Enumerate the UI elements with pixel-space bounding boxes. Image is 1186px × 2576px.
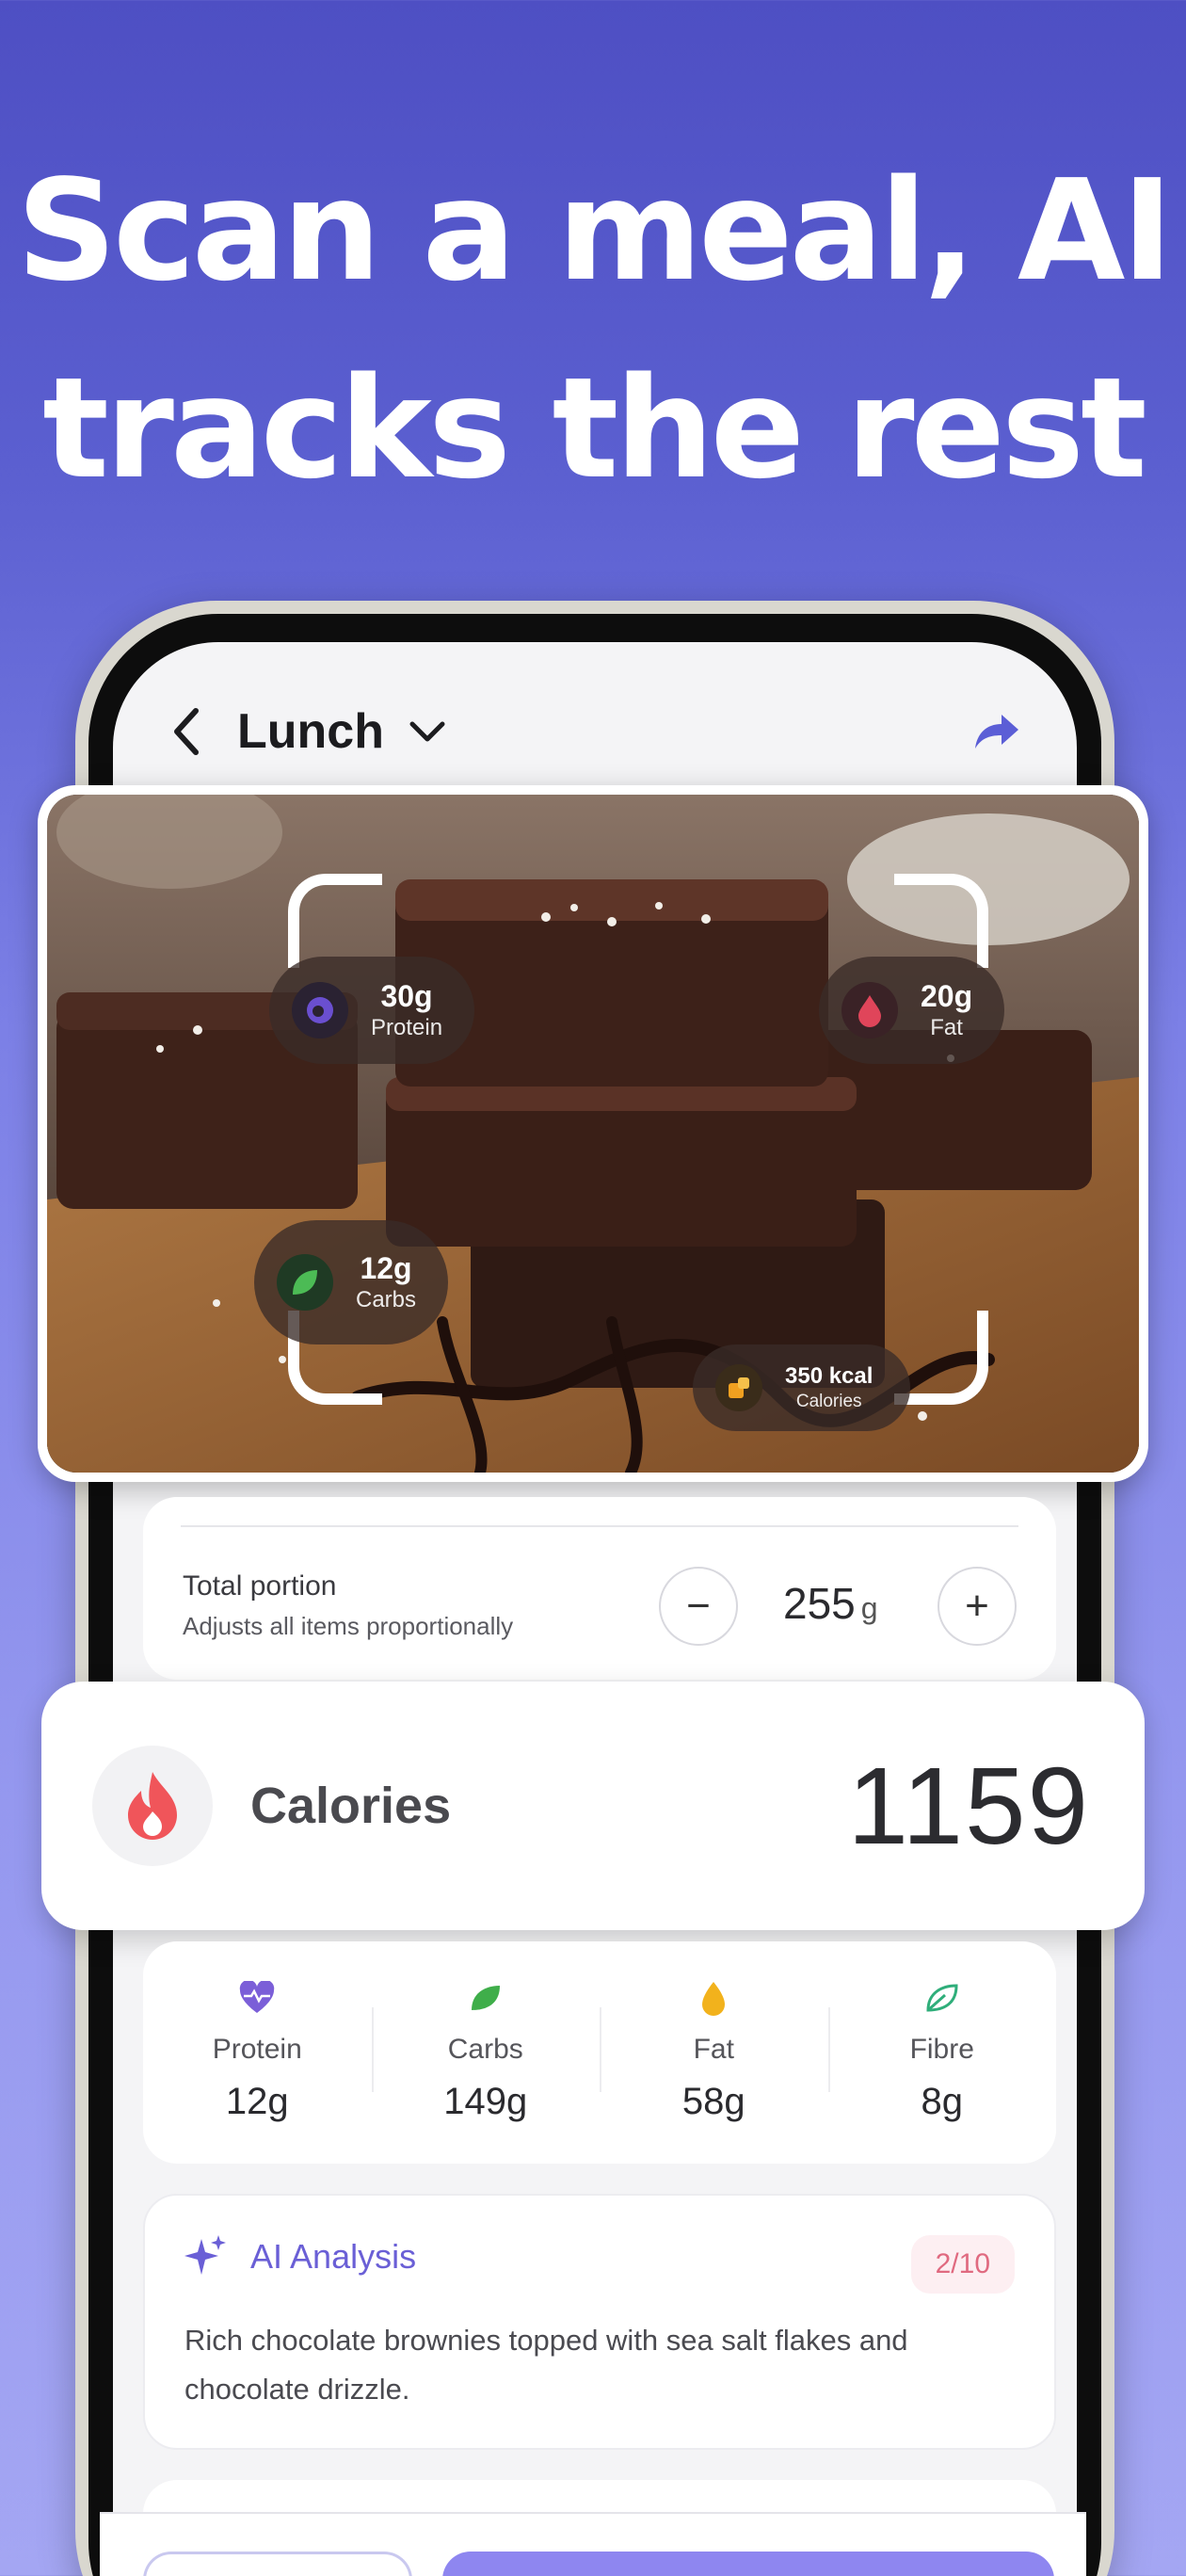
overlay-fat-label: Fat xyxy=(930,1015,963,1040)
portion-value[interactable]: 255 g xyxy=(783,1578,878,1629)
scan-corner-tl xyxy=(288,874,382,968)
ai-analysis-header: AI Analysis xyxy=(183,2233,416,2280)
headline: Scan a meal, AI tracks the rest xyxy=(0,132,1186,527)
meal-dropdown[interactable] xyxy=(409,719,446,744)
overlay-carbs: 12g Carbs xyxy=(254,1220,449,1344)
overlay-calories-value: 350 kcal xyxy=(785,1363,873,1389)
macro-protein-label: Protein xyxy=(212,2034,302,2065)
overlay-calories: 350 kcal Calories xyxy=(693,1344,911,1431)
macro-fat-value: 58g xyxy=(681,2081,745,2122)
overlay-protein-label: Protein xyxy=(371,1015,443,1040)
macro-protein: Protein 12g xyxy=(143,1941,372,2164)
macro-fibre-value: 8g xyxy=(921,2081,964,2122)
meal-photo: 30g Protein 20g Fat 12g Carbs 350 kcal C… xyxy=(47,795,1139,1473)
share-button[interactable] xyxy=(973,713,1020,750)
macro-carbs-value: 149g xyxy=(443,2081,528,2122)
macro-protein-value: 12g xyxy=(225,2081,289,2122)
ai-analysis-text: Rich chocolate brownies topped with sea … xyxy=(184,2324,908,2406)
primary-action-button[interactable] xyxy=(442,2552,1054,2576)
macro-fat-label: Fat xyxy=(693,2034,734,2065)
drop-icon xyxy=(700,1979,727,2017)
overlay-protein: 30g Protein xyxy=(269,957,475,1064)
portion-unit: g xyxy=(860,1591,878,1625)
share-arrow-icon xyxy=(975,715,1018,749)
overlay-carbs-value: 12g xyxy=(360,1251,412,1285)
meal-title[interactable]: Lunch xyxy=(237,703,384,760)
top-nav: Lunch xyxy=(169,689,1020,774)
plus-icon: + xyxy=(965,1583,989,1629)
overlay-carbs-label: Carbs xyxy=(356,1287,417,1312)
portion-number: 255 xyxy=(783,1579,856,1628)
overlay-protein-value: 30g xyxy=(380,979,433,1013)
chevron-down-icon xyxy=(409,721,445,742)
leaf-icon xyxy=(277,1254,333,1311)
macro-fibre: Fibre 8g xyxy=(827,1941,1057,2164)
divider xyxy=(181,1525,1018,1527)
overlay-calories-label: Calories xyxy=(795,1392,862,1411)
portion-card: Total portion Adjusts all items proporti… xyxy=(143,1497,1056,1680)
macro-fat: Fat 58g xyxy=(600,1941,828,2164)
flame-icon xyxy=(92,1746,213,1866)
ai-analysis-title: AI Analysis xyxy=(250,2237,417,2276)
leaf-icon xyxy=(468,1979,504,2017)
ai-analysis-card[interactable]: AI Analysis 2/10 Rich chocolate brownies… xyxy=(143,2194,1056,2450)
portion-subtitle: Adjusts all items proportionally xyxy=(183,1612,514,1640)
macro-carbs: Carbs 149g xyxy=(371,1941,601,2164)
meal-photo-card: 30g Protein 20g Fat 12g Carbs 350 kcal C… xyxy=(38,785,1148,1482)
health-score-badge: 2/10 xyxy=(910,2235,1015,2294)
overlay-fat: 20g Fat xyxy=(819,957,1005,1064)
secondary-action-button[interactable] xyxy=(143,2552,412,2576)
leaf-outline-icon xyxy=(924,1979,960,2017)
increase-portion-button[interactable]: + xyxy=(938,1567,1017,1646)
minus-icon: − xyxy=(686,1583,711,1629)
overlay-fat-value: 20g xyxy=(921,979,973,1013)
decrease-portion-button[interactable]: − xyxy=(659,1567,738,1646)
macro-carbs-label: Carbs xyxy=(447,2034,523,2065)
sparkle-icon xyxy=(184,2235,226,2275)
calories-label: Calories xyxy=(250,1778,452,1834)
calories-card[interactable]: Calories 1159 xyxy=(41,1682,1145,1930)
portion-title: Total portion xyxy=(183,1570,337,1602)
back-button[interactable] xyxy=(169,703,216,760)
macros-card: Protein 12g Carbs 149g Fat 58g Fibre 8g xyxy=(143,1941,1056,2164)
headline-line-1: Scan a meal, AI xyxy=(16,150,1173,312)
macro-fibre-label: Fibre xyxy=(909,2034,974,2065)
calories-value: 1159 xyxy=(847,1745,1090,1867)
headline-line-2: tracks the rest xyxy=(42,347,1147,509)
scan-corner-tr xyxy=(894,874,988,968)
calories-icon xyxy=(715,1364,762,1411)
drop-icon xyxy=(841,982,898,1038)
heart-pulse-icon xyxy=(238,1979,276,2017)
chevron-left-icon xyxy=(174,708,199,755)
protein-icon xyxy=(292,982,348,1038)
